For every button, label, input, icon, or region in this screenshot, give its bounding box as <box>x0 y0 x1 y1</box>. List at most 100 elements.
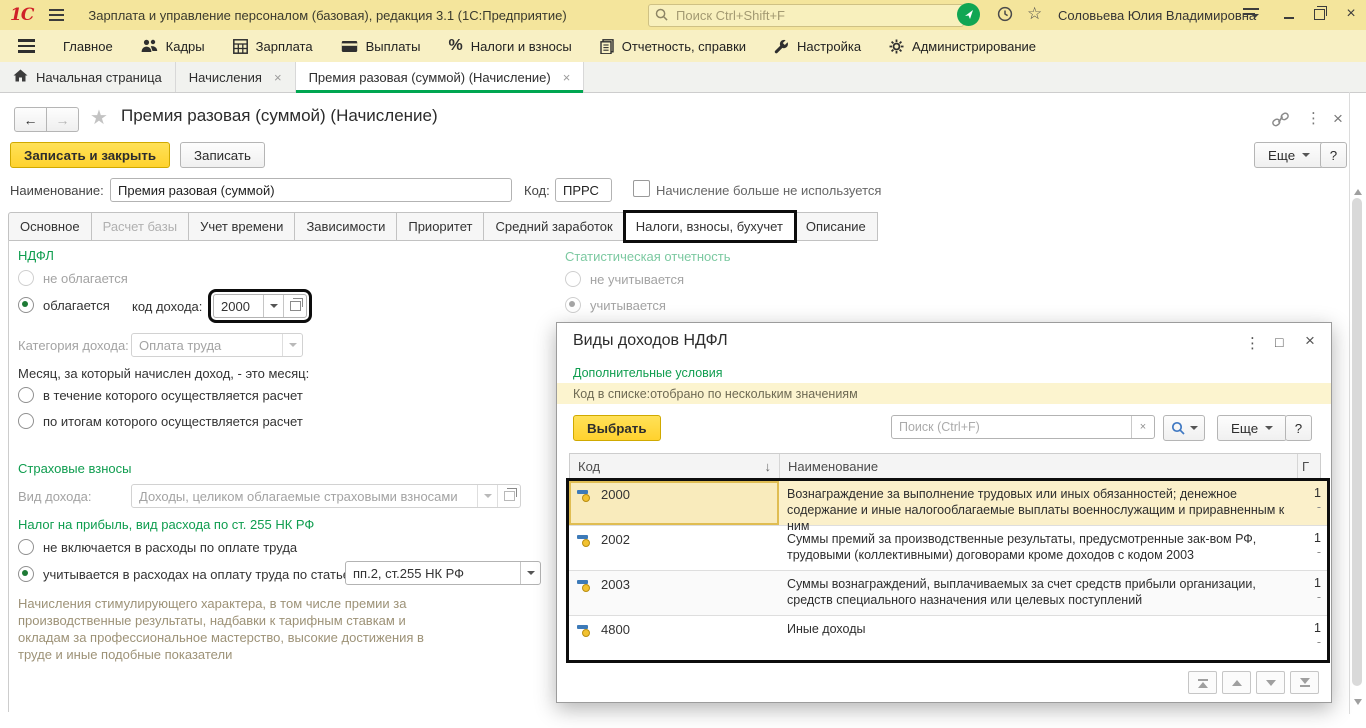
menu-item-reports[interactable]: Отчетность, справки <box>586 30 760 62</box>
dialog-maximize-icon[interactable]: □ <box>1275 334 1283 350</box>
name-input[interactable] <box>110 178 512 202</box>
radio-not-taxed[interactable]: не облагается <box>18 270 128 286</box>
menu-item-settings[interactable]: Настройка <box>760 30 875 62</box>
notification-center-icon[interactable] <box>957 3 980 26</box>
go-first-button[interactable] <box>1188 671 1217 694</box>
dialog-help-button[interactable]: ? <box>1285 415 1312 441</box>
back-button[interactable]: ← <box>14 107 47 132</box>
not-used-label: Начисление больше не используется <box>656 183 881 198</box>
profit-tax-description: Начисления стимулирующего характера, в т… <box>18 595 426 663</box>
radio-taxed[interactable]: облагается <box>18 297 110 313</box>
scrollbar-thumb[interactable] <box>1352 198 1362 686</box>
dialog-search-input[interactable] <box>892 416 1131 438</box>
select-button[interactable]: Выбрать <box>573 415 661 441</box>
form-tab-zavisimosti[interactable]: Зависимости <box>295 212 397 241</box>
close-form-icon[interactable]: × <box>1333 109 1343 129</box>
form-tab-uchet-vremeni[interactable]: Учет времени <box>189 212 295 241</box>
income-code-field[interactable]: 2000 <box>213 294 307 318</box>
not-used-checkbox[interactable] <box>633 180 650 197</box>
forward-button[interactable]: → <box>47 107 79 132</box>
app-tab-home[interactable]: Начальная страница <box>0 62 176 92</box>
article-field[interactable]: пп.2, ст.255 НК РФ <box>345 561 541 585</box>
close-window-button[interactable]: × <box>1340 4 1362 24</box>
page-title: Премия разовая (суммой) (Начисление) <box>121 106 438 126</box>
form-frame-right <box>1349 92 1350 714</box>
more-button[interactable]: Еще <box>1254 142 1324 168</box>
column-name[interactable]: Наименование <box>780 454 1298 479</box>
income-type-field: Доходы, целиком облагаемые страховыми вз… <box>131 484 521 508</box>
global-search[interactable] <box>648 4 964 27</box>
current-user[interactable]: Соловьева Юлия Владимировна <box>1058 8 1256 23</box>
report-icon <box>600 39 614 54</box>
form-tab-osnovnoe[interactable]: Основное <box>8 212 92 241</box>
column-g[interactable]: Г <box>1298 454 1320 479</box>
radio-icon <box>565 297 581 313</box>
open-icon[interactable] <box>283 295 306 317</box>
menu-item-payments[interactable]: Выплаты <box>327 30 435 62</box>
catalog-item-icon <box>577 534 592 547</box>
table-row-2002[interactable]: 2002Суммы премий за производственные рез… <box>569 526 1327 571</box>
help-button[interactable]: ? <box>1320 142 1347 168</box>
dialog-more-button[interactable]: Еще <box>1217 415 1287 441</box>
radio-month-during[interactable]: в течение которого осуществляется расчет <box>18 387 303 403</box>
form-tab-prioritet[interactable]: Приоритет <box>397 212 484 241</box>
app-tab-accruals[interactable]: Начисления× <box>176 62 296 92</box>
close-tab-icon[interactable]: × <box>563 70 571 85</box>
save-button[interactable]: Записать <box>180 142 265 168</box>
insurance-header: Страховые взносы <box>18 461 131 476</box>
go-down-button[interactable] <box>1256 671 1285 694</box>
table-row-2003[interactable]: 2003Суммы вознаграждений, выплачиваемых … <box>569 571 1327 616</box>
radio-counted[interactable]: учитывается <box>565 297 666 313</box>
minimize-button[interactable] <box>1278 4 1300 24</box>
form-tab-sredniy-zarabotok[interactable]: Средний заработок <box>484 212 624 241</box>
name-cell: Иные доходы <box>779 616 1303 660</box>
sections-menu-icon[interactable] <box>0 39 49 53</box>
menu-item-salary[interactable]: Зарплата <box>219 30 327 62</box>
table-header: Код ↓ Наименование Г <box>569 453 1321 480</box>
radio-not-counted[interactable]: не учитывается <box>565 271 684 287</box>
form-tab-opisanie[interactable]: Описание <box>795 212 878 241</box>
go-up-button[interactable] <box>1222 671 1251 694</box>
save-and-close-button[interactable]: Записать и закрыть <box>10 142 170 168</box>
favorites-star-icon[interactable]: ☆ <box>1027 4 1042 24</box>
history-icon[interactable] <box>996 5 1014 26</box>
table-row-2000[interactable]: 2000Вознаграждение за выполнение трудовы… <box>569 481 1327 526</box>
code-cell: 2000 <box>569 481 779 525</box>
code-label: Код: <box>524 183 550 198</box>
form-tab-raschet-bazy[interactable]: Расчет базы <box>92 212 190 241</box>
search-icon <box>1171 421 1185 435</box>
month-label: Месяц, за который начислен доход, - это … <box>18 366 309 381</box>
radio-not-included[interactable]: не включается в расходы по оплате труда <box>18 539 297 555</box>
dropdown-icon[interactable] <box>520 562 540 584</box>
app-tab-premium[interactable]: Премия разовая (суммой) (Начисление)× <box>296 62 585 92</box>
search-settings-button[interactable] <box>1163 415 1205 441</box>
favorite-star-icon[interactable]: ★ <box>90 105 108 130</box>
additional-conditions-link[interactable]: Дополнительные условия <box>573 366 723 380</box>
radio-included[interactable]: учитывается в расходах на оплату труда п… <box>18 566 354 582</box>
go-last-button[interactable] <box>1290 671 1319 694</box>
dropdown-icon[interactable] <box>263 295 283 317</box>
column-code[interactable]: Код ↓ <box>570 454 780 479</box>
dialog-close-icon[interactable]: × <box>1305 331 1315 351</box>
table-row-4800[interactable]: 4800Иные доходы1- <box>569 616 1327 660</box>
scroll-up-icon[interactable] <box>1353 184 1363 192</box>
menu-item-admin[interactable]: Администрирование <box>875 30 1050 62</box>
more-dots-icon[interactable]: ⋮ <box>1306 109 1321 127</box>
dialog-more-dots-icon[interactable]: ⋮ <box>1245 334 1260 352</box>
form-tab-nalogi-vznosy-buhuchet[interactable]: Налоги, взносы, бухучет <box>625 212 795 241</box>
radio-month-results[interactable]: по итогам которого осуществляется расчет <box>18 413 303 429</box>
dialog-search[interactable]: × <box>891 415 1155 439</box>
menu-item-staff[interactable]: Кадры <box>127 30 219 62</box>
scroll-down-icon[interactable] <box>1353 694 1363 702</box>
radio-icon <box>565 271 581 287</box>
wrench-icon <box>774 39 789 54</box>
restore-button[interactable] <box>1308 4 1330 24</box>
menu-item-taxes[interactable]: %Налоги и взносы <box>434 30 585 62</box>
get-link-icon[interactable] <box>1272 112 1289 130</box>
hamburger-menu-icon[interactable] <box>49 9 64 21</box>
code-input[interactable] <box>555 178 612 202</box>
close-tab-icon[interactable]: × <box>274 70 282 85</box>
menu-item-main[interactable]: Главное <box>49 30 127 62</box>
clear-search-icon[interactable]: × <box>1131 416 1154 438</box>
global-search-input[interactable] <box>674 7 957 24</box>
